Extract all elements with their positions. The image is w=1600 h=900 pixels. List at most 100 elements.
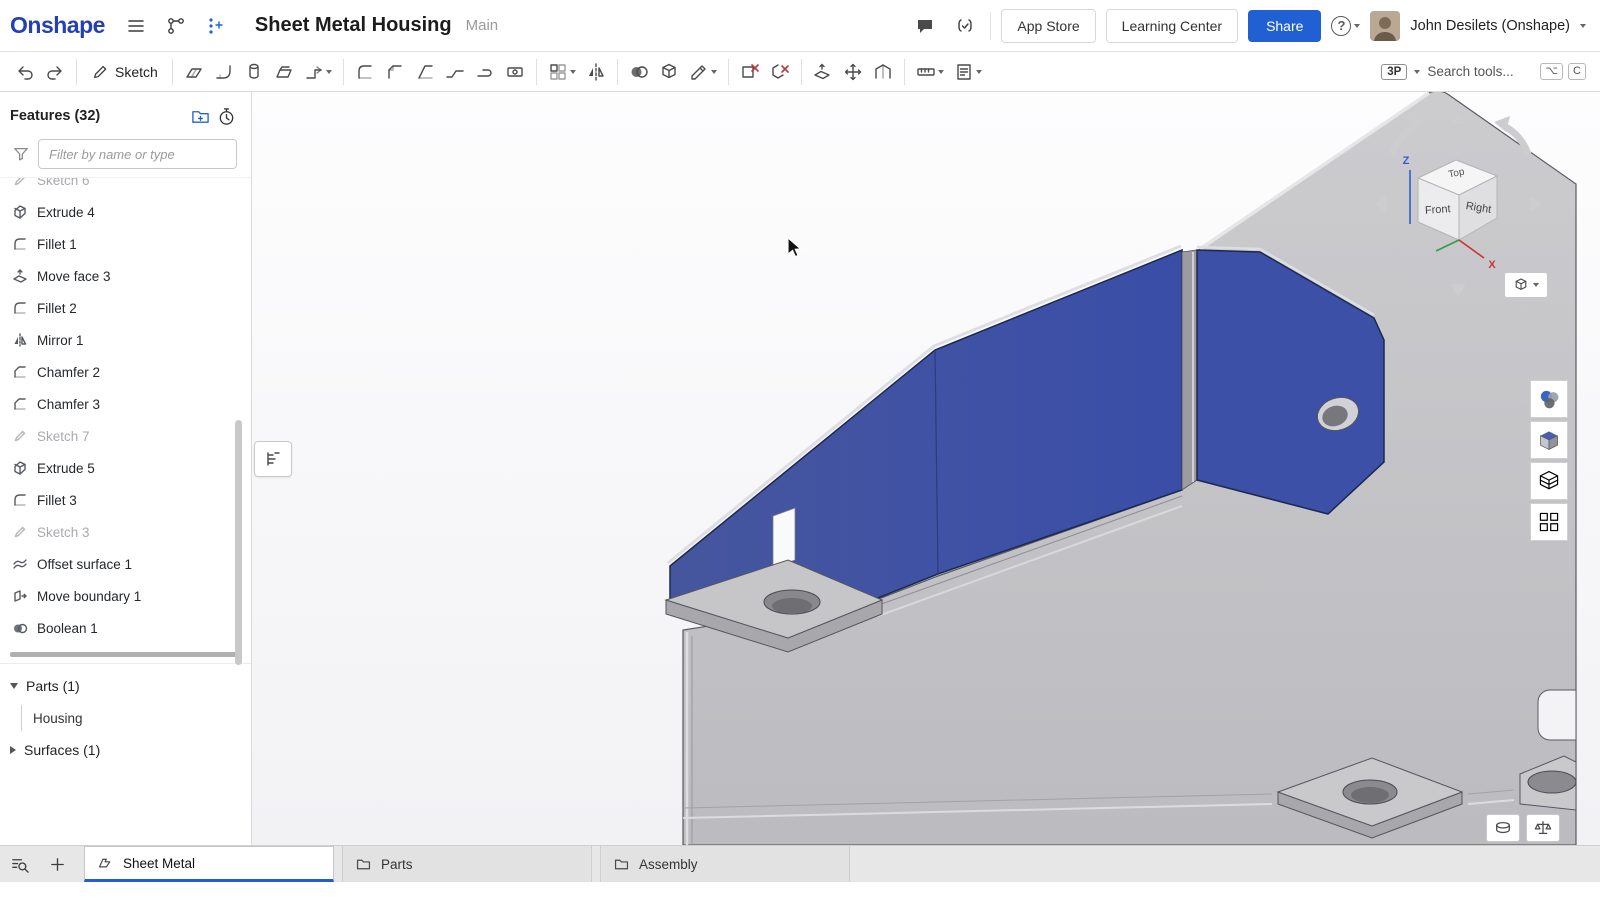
feature-list-handle[interactable] [254,441,292,477]
measure-button[interactable] [912,59,948,85]
feature-item[interactable]: Mirror 1 [0,324,251,356]
scale-balance-icon [1534,819,1552,837]
workspace-name[interactable]: Main [466,17,499,34]
feature-item[interactable]: Extrude 5 [0,452,251,484]
tube-button[interactable] [240,59,268,85]
move-face-button[interactable] [809,59,837,85]
parts-section-header[interactable]: Parts (1) [0,670,251,702]
bevel-button[interactable] [411,59,439,85]
rotate-up-arrow[interactable] [1450,112,1466,124]
feature-item[interactable]: Sketch 6 [0,177,251,196]
features-panel-header: Features (32) [0,92,251,133]
feature-item[interactable]: Extrude 4 [0,196,251,228]
feature-item[interactable]: Chamfer 2 [0,356,251,388]
rotate-down-arrow[interactable] [1450,284,1466,296]
corner-button[interactable] [351,59,379,85]
tab-strip-empty [850,846,1600,882]
onshape-logo[interactable]: Onshape [10,12,105,39]
tree-guide-line [21,705,22,731]
flange-button[interactable] [300,59,336,85]
joggle-button[interactable] [441,59,469,85]
plus-icon [48,855,67,874]
share-button[interactable]: Share [1248,10,1321,42]
delete-part-button[interactable] [766,59,794,85]
render-mode-button[interactable] [1530,421,1568,459]
modify-button[interactable] [685,59,721,85]
help-menu[interactable]: ? [1331,16,1360,36]
rollback-bar[interactable] [10,652,237,657]
delete-face-button[interactable] [736,59,764,85]
feature-item[interactable]: Fillet 1 [0,228,251,260]
3d-viewport[interactable]: Top Front Right Z X [252,92,1600,845]
display-states-button[interactable] [1530,380,1568,418]
tab-manager-button[interactable] [0,846,38,882]
c-key-badge: C [1568,63,1586,80]
surfaces-section-header[interactable]: Surfaces (1) [0,734,251,766]
folder-plus-icon [191,107,210,126]
tab-button[interactable] [270,59,298,85]
tab-assembly[interactable]: Assembly [600,846,850,882]
mass-properties-button[interactable] [1526,814,1560,842]
main-area: Features (32) Sketch 6 Extrude 4 Fillet … [0,92,1600,845]
insert-elements-button[interactable] [201,11,231,41]
corner-relief-button[interactable] [381,59,409,85]
transform-button[interactable] [839,59,867,85]
undo-button[interactable] [11,59,39,85]
user-avatar[interactable] [1370,11,1400,41]
feature-item[interactable]: Fillet 3 [0,484,251,516]
drawing-button[interactable] [950,59,986,85]
main-menu-button[interactable] [121,11,151,41]
feature-item[interactable]: Move face 3 [0,260,251,292]
chevron-down-icon [1354,24,1360,28]
toolbar-separator [904,59,905,85]
panel-scrollbar[interactable] [235,420,242,665]
tab-parts[interactable]: Parts [342,846,592,882]
filter-input[interactable] [38,139,237,169]
history-button[interactable] [213,105,239,127]
z-axis-label: Z [1403,155,1410,167]
pattern-button[interactable] [544,59,580,85]
hem-button[interactable] [471,59,499,85]
add-tab-button[interactable] [38,846,76,882]
feature-item[interactable]: Sketch 3 [0,516,251,548]
sheet-metal-model-button[interactable] [180,59,208,85]
fold-button[interactable] [869,59,897,85]
folder-icon [613,856,630,873]
fillet-icon [12,300,28,316]
perspective-button[interactable]: 3P [1381,64,1407,80]
document-title: Sheet Metal Housing [255,14,452,37]
feature-item[interactable]: Offset surface 1 [0,548,251,580]
versions-button[interactable] [161,11,191,41]
feature-item[interactable]: Boolean 1 [0,612,251,644]
rotate-left-arrow[interactable] [1374,196,1386,212]
tab-sheet-metal[interactable]: Sheet Metal [84,846,334,882]
add-folder-button[interactable] [187,105,213,127]
feature-item[interactable]: Move boundary 1 [0,580,251,612]
boolean-button[interactable] [625,59,653,85]
roll-cw-arrow[interactable] [1504,126,1528,154]
feedback-button[interactable] [950,11,980,41]
comments-button[interactable] [910,11,940,41]
mirror-button[interactable] [582,59,610,85]
enclose-button[interactable] [655,59,683,85]
sketch-button[interactable]: Sketch [83,59,166,85]
part-item-housing[interactable]: Housing [0,702,251,734]
section-view-button[interactable] [1530,462,1568,500]
feature-item[interactable]: Fillet 2 [0,292,251,324]
bend-button[interactable] [210,59,238,85]
app-store-button[interactable]: App Store [1001,9,1095,43]
view-options-button[interactable] [1504,272,1548,298]
bead-button[interactable] [501,59,529,85]
roll-ccw-arrow[interactable] [1392,126,1416,154]
explode-view-button[interactable] [1530,503,1568,541]
feature-item[interactable]: Chamfer 3 [0,388,251,420]
learning-center-button[interactable]: Learning Center [1106,9,1238,43]
feature-item[interactable]: Sketch 7 [0,420,251,452]
search-tools-input[interactable] [1427,64,1535,79]
turntable-button[interactable] [1486,814,1520,842]
redo-button[interactable] [41,59,69,85]
option-key-badge: ⌥ [1540,63,1563,80]
user-menu[interactable]: John Desilets (Onshape) [1410,18,1570,34]
dropdown-caret [326,70,332,74]
rotate-right-arrow[interactable] [1530,196,1542,212]
